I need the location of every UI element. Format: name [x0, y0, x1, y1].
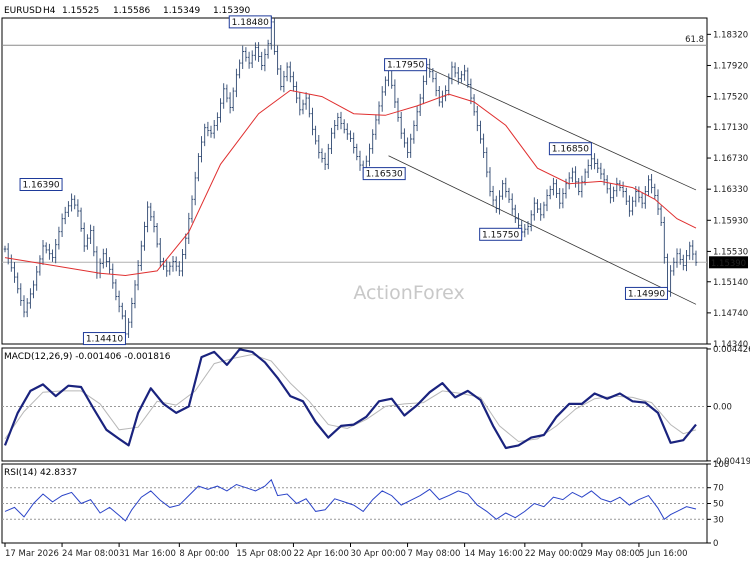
x-tick-label: 30 Apr 00:00: [351, 549, 406, 559]
ohlc-open: 1.15525: [62, 6, 99, 16]
fib-618-label: 61.8: [685, 35, 704, 45]
y-tick-label: 1.17520: [713, 93, 748, 103]
price-chart: 1.18320 1.17920 1.17520 1.17130 1.16730 1.163…: [1, 6, 750, 559]
x-tick-label: 5 Jun 16:00: [639, 549, 688, 559]
x-tick-label: 7 May 08:00: [408, 549, 461, 559]
price-label: 1.17950: [387, 61, 424, 71]
price-label: 1.18480: [232, 18, 269, 28]
macd-panel-frame: [1, 347, 708, 462]
x-tick-label: 22 May 00:00: [525, 549, 583, 559]
rsi-y-tick-label: 0: [713, 539, 718, 549]
instrument-label: EURUSD: [4, 6, 42, 16]
rsi-panel: 100 70 50 30 0: [1, 460, 729, 549]
y-tick-label: 1.15530: [713, 247, 748, 257]
price-label: 1.16530: [366, 170, 403, 180]
rsi-y-tick-label: 30: [713, 515, 724, 525]
rsi-label: RSI(14) 42.8337: [4, 468, 77, 478]
price-label: 1.16850: [552, 145, 589, 155]
y-tick-label: 1.14740: [713, 309, 748, 319]
watermark: ActionForex: [353, 282, 464, 304]
x-tick-label: 29 May 08:00: [582, 549, 640, 559]
macd-label: MACD(12,26,9) -0.001406 -0.001816: [4, 352, 171, 362]
time-axis: 17 Mar 2026 24 Mar 08:00 31 Mar 16:00 8 Apr…: [4, 543, 688, 559]
x-tick-label: 15 Apr 08:00: [236, 549, 291, 559]
macd-y-tick-label: 0.004426: [713, 345, 750, 355]
x-tick-label: 24 Mar 08:00: [62, 549, 119, 559]
ohlc-close: 1.15390: [213, 6, 250, 16]
macd-panel: 0.0044260.00-0.004192: [1, 345, 750, 467]
price-label: 1.14990: [628, 289, 665, 299]
y-tick-label: 1.18320: [713, 30, 748, 40]
ohlc-high: 1.15586: [113, 6, 150, 16]
rsi-y-tick-label: 100: [713, 460, 729, 470]
last-price-label: 1.15390: [711, 259, 746, 269]
y-tick-label: 1.17130: [713, 123, 748, 133]
y-tick-label: 1.16730: [713, 154, 748, 164]
macd-y-tick-label: 0.00: [713, 402, 732, 412]
y-tick-label: 1.15140: [713, 278, 748, 288]
rsi-y-tick-label: 70: [713, 484, 724, 494]
x-tick-label: 8 Apr 00:00: [179, 549, 229, 559]
x-tick-label: 17 Mar 2026: [5, 549, 59, 559]
ohlc-low: 1.15349: [163, 6, 200, 16]
price-label: 1.14410: [86, 335, 123, 345]
x-tick-label: 14 May 16:00: [465, 549, 523, 559]
price-label: 1.15750: [482, 230, 519, 240]
timeframe-label: H4: [43, 6, 56, 16]
x-tick-label: 22 Apr 16:00: [293, 549, 348, 559]
price-label: 1.16390: [22, 181, 59, 191]
y-tick-label: 1.16330: [713, 185, 748, 195]
y-tick-label: 1.17920: [713, 61, 748, 71]
rsi-y-tick-label: 50: [713, 500, 724, 510]
x-tick-label: 31 Mar 16:00: [119, 549, 176, 559]
y-tick-label: 1.15930: [713, 216, 748, 226]
